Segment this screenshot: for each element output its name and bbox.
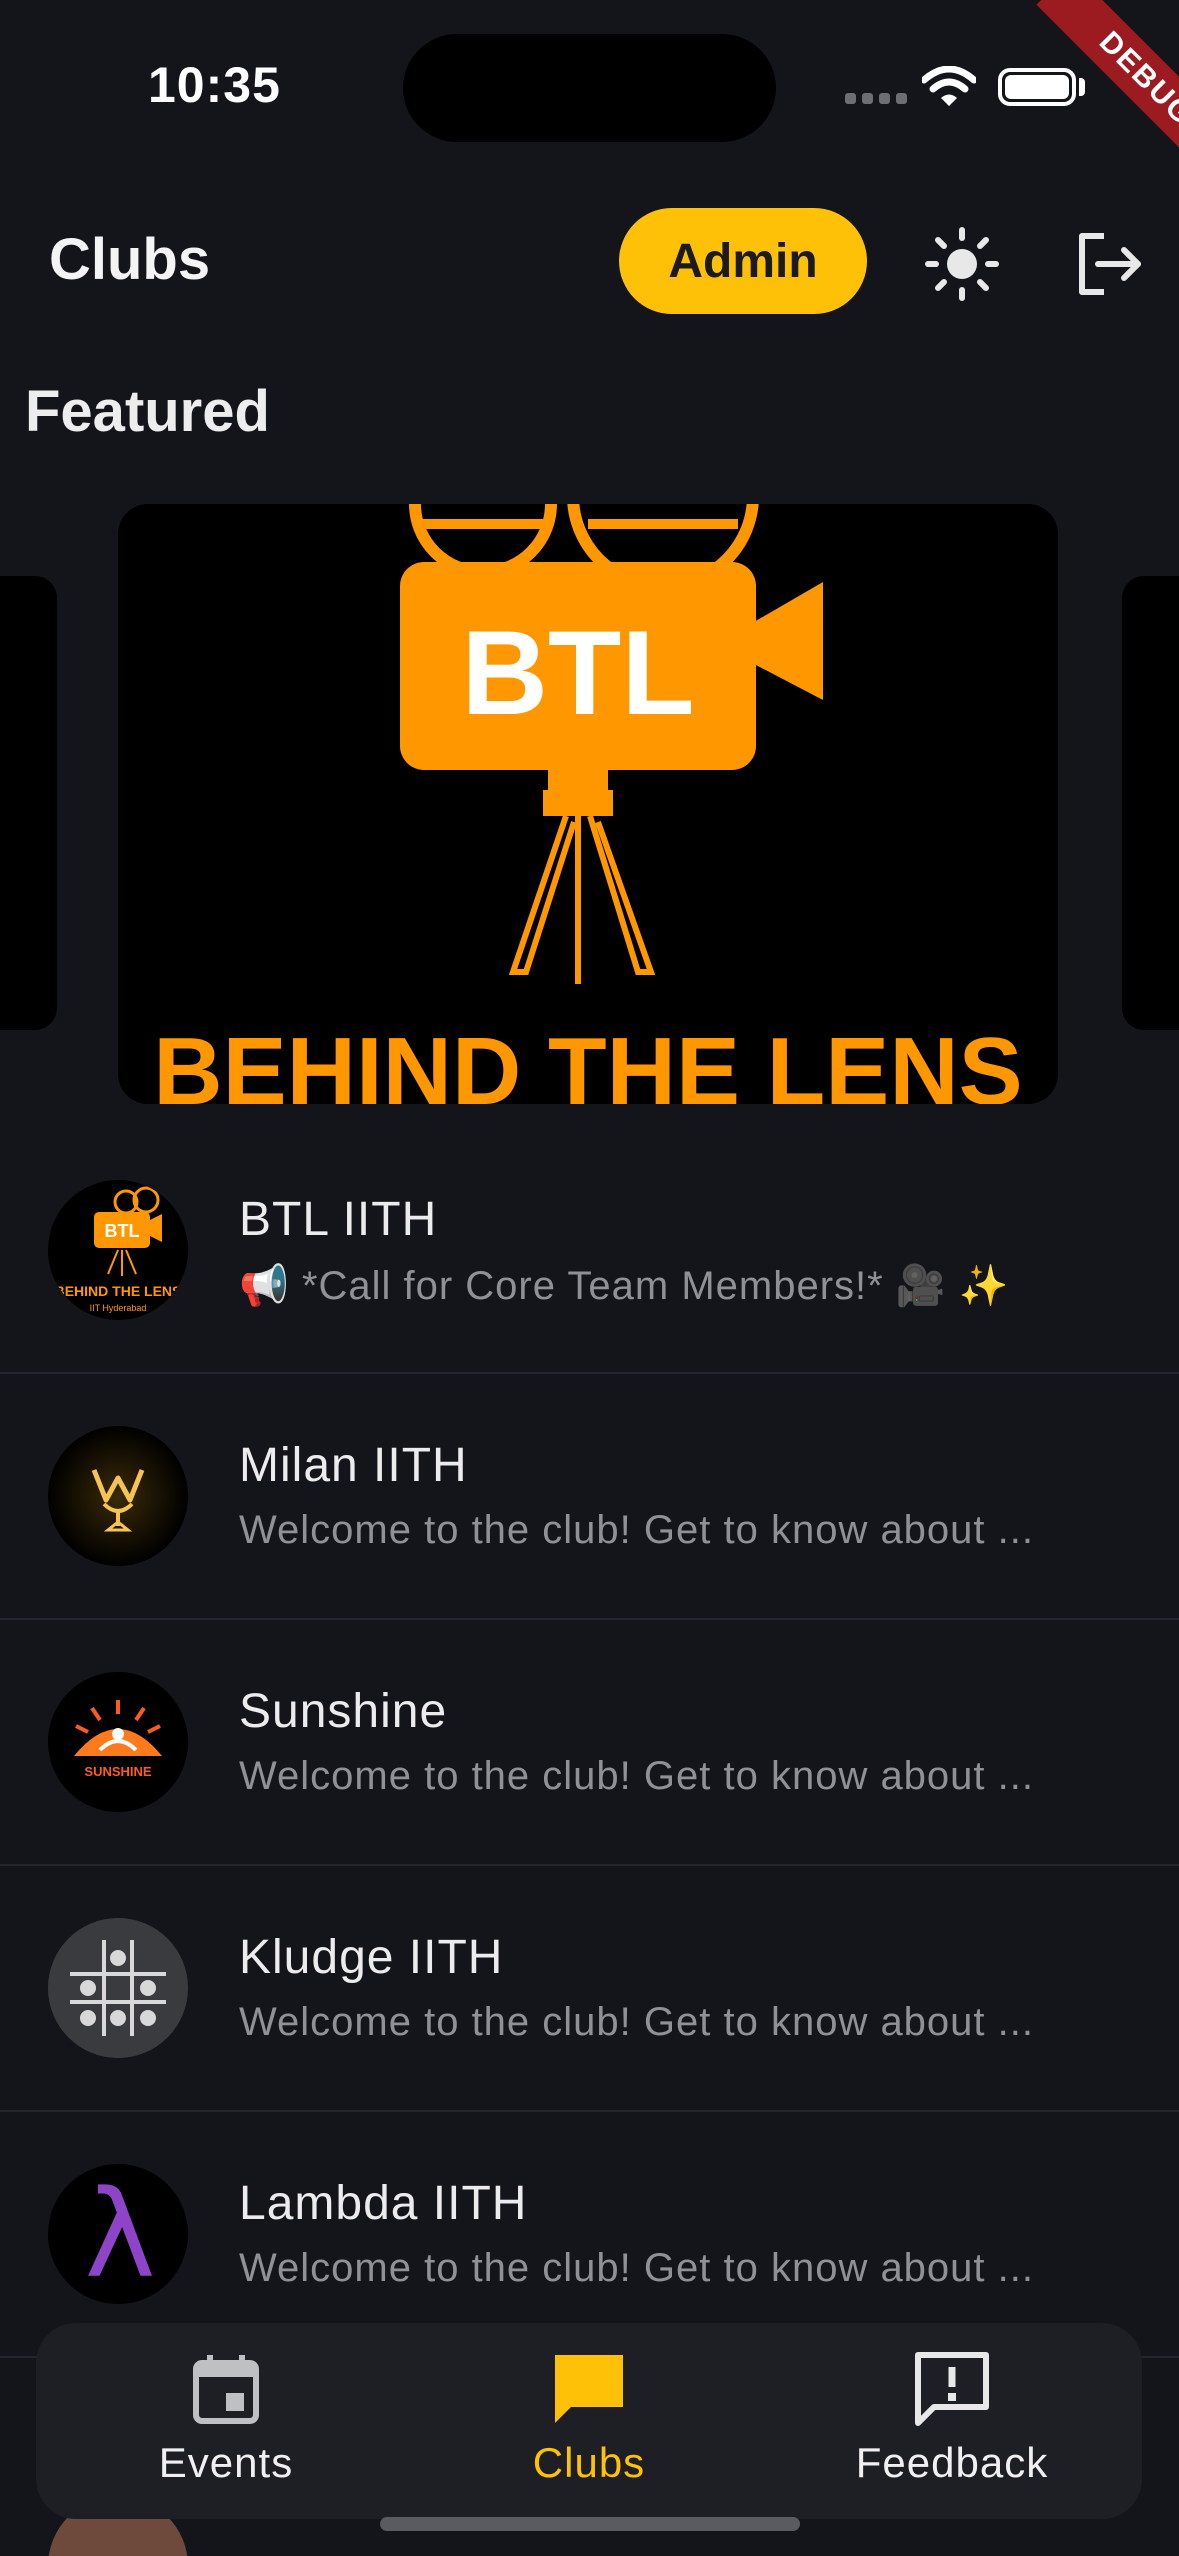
club-name: Milan IITH	[239, 1439, 468, 1492]
dynamic-island	[403, 34, 776, 142]
btl-logo-text: BTL	[461, 606, 694, 740]
club-name: Lambda IITH	[239, 2177, 528, 2230]
feedback-icon	[915, 2352, 989, 2426]
admin-button[interactable]: Admin	[619, 208, 867, 314]
clubs-screen: 10:35 DEBUG Clubs Admin Featured BTL BEH…	[0, 0, 1179, 2556]
club-row-lambda[interactable]: λ Lambda IITH Welcome to the club! Get t…	[0, 2112, 1179, 2358]
svg-text:SUNSHINE: SUNSHINE	[84, 1764, 152, 1779]
calendar-icon	[193, 2355, 259, 2424]
battery-tip	[1079, 78, 1085, 96]
btl-logo-image: BTL BEHIND THE LENS	[153, 504, 1023, 1104]
logout-icon[interactable]	[1068, 224, 1148, 304]
club-subtitle: Welcome to the club! Get to know about .…	[239, 2246, 1034, 2290]
carousel-next-card[interactable]	[1122, 576, 1179, 1030]
nav-label: Feedback	[855, 2439, 1049, 2486]
club-name: BTL IITH	[239, 1193, 438, 1246]
bottom-navigation: Events Clubs Feedback	[36, 2323, 1142, 2519]
cellular-signal-icon	[845, 93, 907, 104]
club-subtitle: Welcome to the club! Get to know about .…	[239, 1754, 1034, 1798]
club-subtitle: Welcome to the club! Get to know about .…	[239, 1508, 1034, 1552]
club-row-sunshine[interactable]: SUNSHINE Sunshine Welcome to the club! G…	[0, 1620, 1179, 1866]
club-subtitle: Welcome to the club! Get to know about .…	[239, 2000, 1034, 2044]
nav-label: Clubs	[532, 2439, 646, 2486]
sun-icon[interactable]	[922, 224, 1002, 304]
btl-tagline: BEHIND THE LENS	[153, 1018, 1022, 1104]
svg-text:BTL: BTL	[105, 1221, 140, 1241]
svg-text:BEHIND THE LENS: BEHIND THE LENS	[55, 1283, 182, 1299]
nav-clubs[interactable]: Clubs	[489, 2323, 689, 2519]
club-row-milan[interactable]: Milan IITH Welcome to the club! Get to k…	[0, 1374, 1179, 1620]
battery-icon	[998, 68, 1076, 106]
svg-text:λ: λ	[84, 2166, 155, 2304]
club-avatar-milan	[48, 1426, 188, 1566]
wifi-icon	[922, 66, 976, 106]
club-name: Kludge IITH	[239, 1931, 504, 1984]
featured-section-title: Featured	[25, 379, 270, 444]
svg-text:IIT Hyderabad: IIT Hyderabad	[90, 1303, 147, 1313]
page-title: Clubs	[49, 227, 211, 292]
nav-feedback[interactable]: Feedback	[842, 2323, 1062, 2519]
chat-icon	[555, 2355, 623, 2423]
club-name: Sunshine	[239, 1685, 448, 1738]
carousel-prev-card[interactable]	[0, 576, 57, 1030]
club-avatar-lambda: λ	[48, 2164, 188, 2304]
club-avatar-kludge	[48, 1918, 188, 2058]
nav-label: Events	[158, 2439, 294, 2486]
club-row-kludge[interactable]: Kludge IITH Welcome to the club! Get to …	[0, 1866, 1179, 2112]
club-avatar-sunshine: SUNSHINE	[48, 1672, 188, 1812]
home-indicator[interactable]	[380, 2517, 800, 2531]
club-avatar-btl: BTL BEHIND THE LENS IIT Hyderabad	[48, 1180, 188, 1320]
club-row-btl[interactable]: BTL BEHIND THE LENS IIT Hyderabad BTL II…	[0, 1128, 1179, 1374]
club-subtitle: 📢 *Call for Core Team Members!* 🎥 ✨	[239, 1264, 1010, 1308]
featured-card-btl[interactable]: BTL BEHIND THE LENS	[118, 504, 1058, 1104]
nav-events[interactable]: Events	[126, 2323, 326, 2519]
status-time: 10:35	[148, 57, 281, 113]
